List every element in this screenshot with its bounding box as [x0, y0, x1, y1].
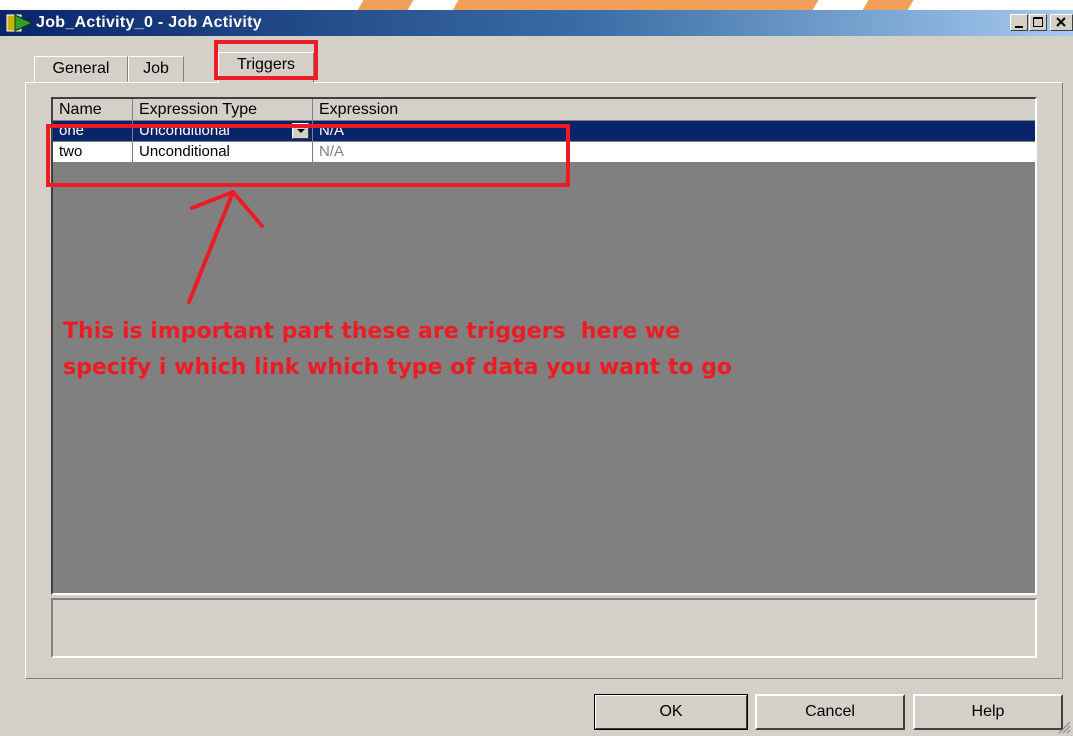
window-title: Job_Activity_0 - Job Activity	[36, 14, 262, 31]
tab-highlight-box	[214, 40, 318, 80]
tab-label-job: Job	[143, 60, 169, 77]
minimize-icon[interactable]	[1010, 14, 1028, 31]
annotation-line-2: specify i which link which type of data …	[63, 355, 733, 380]
maximize-icon[interactable]	[1029, 14, 1047, 31]
column-header-name[interactable]: Name	[53, 99, 133, 121]
tab-job[interactable]: Job	[128, 56, 184, 82]
tab-label-general: General	[52, 60, 110, 77]
tab-general[interactable]: General	[34, 56, 128, 82]
cancel-button[interactable]: Cancel	[755, 694, 905, 730]
title-bar[interactable]: Job_Activity_0 - Job Activity	[0, 10, 1073, 36]
resize-grip-icon[interactable]	[1057, 720, 1071, 734]
close-icon[interactable]	[1050, 14, 1073, 31]
job-activity-icon	[6, 14, 34, 32]
ok-button[interactable]: OK	[594, 694, 748, 730]
help-button-label: Help	[971, 703, 1005, 720]
column-header-expression[interactable]: Expression	[313, 99, 1035, 121]
help-button[interactable]: Help	[913, 694, 1063, 730]
rows-highlight-box	[46, 124, 570, 187]
annotation-line-1: This is important part these are trigger…	[63, 319, 681, 344]
description-area	[51, 598, 1037, 658]
annotation-text: This is important part these are trigger…	[63, 314, 963, 386]
column-header-expression-type[interactable]: Expression Type	[133, 99, 313, 121]
